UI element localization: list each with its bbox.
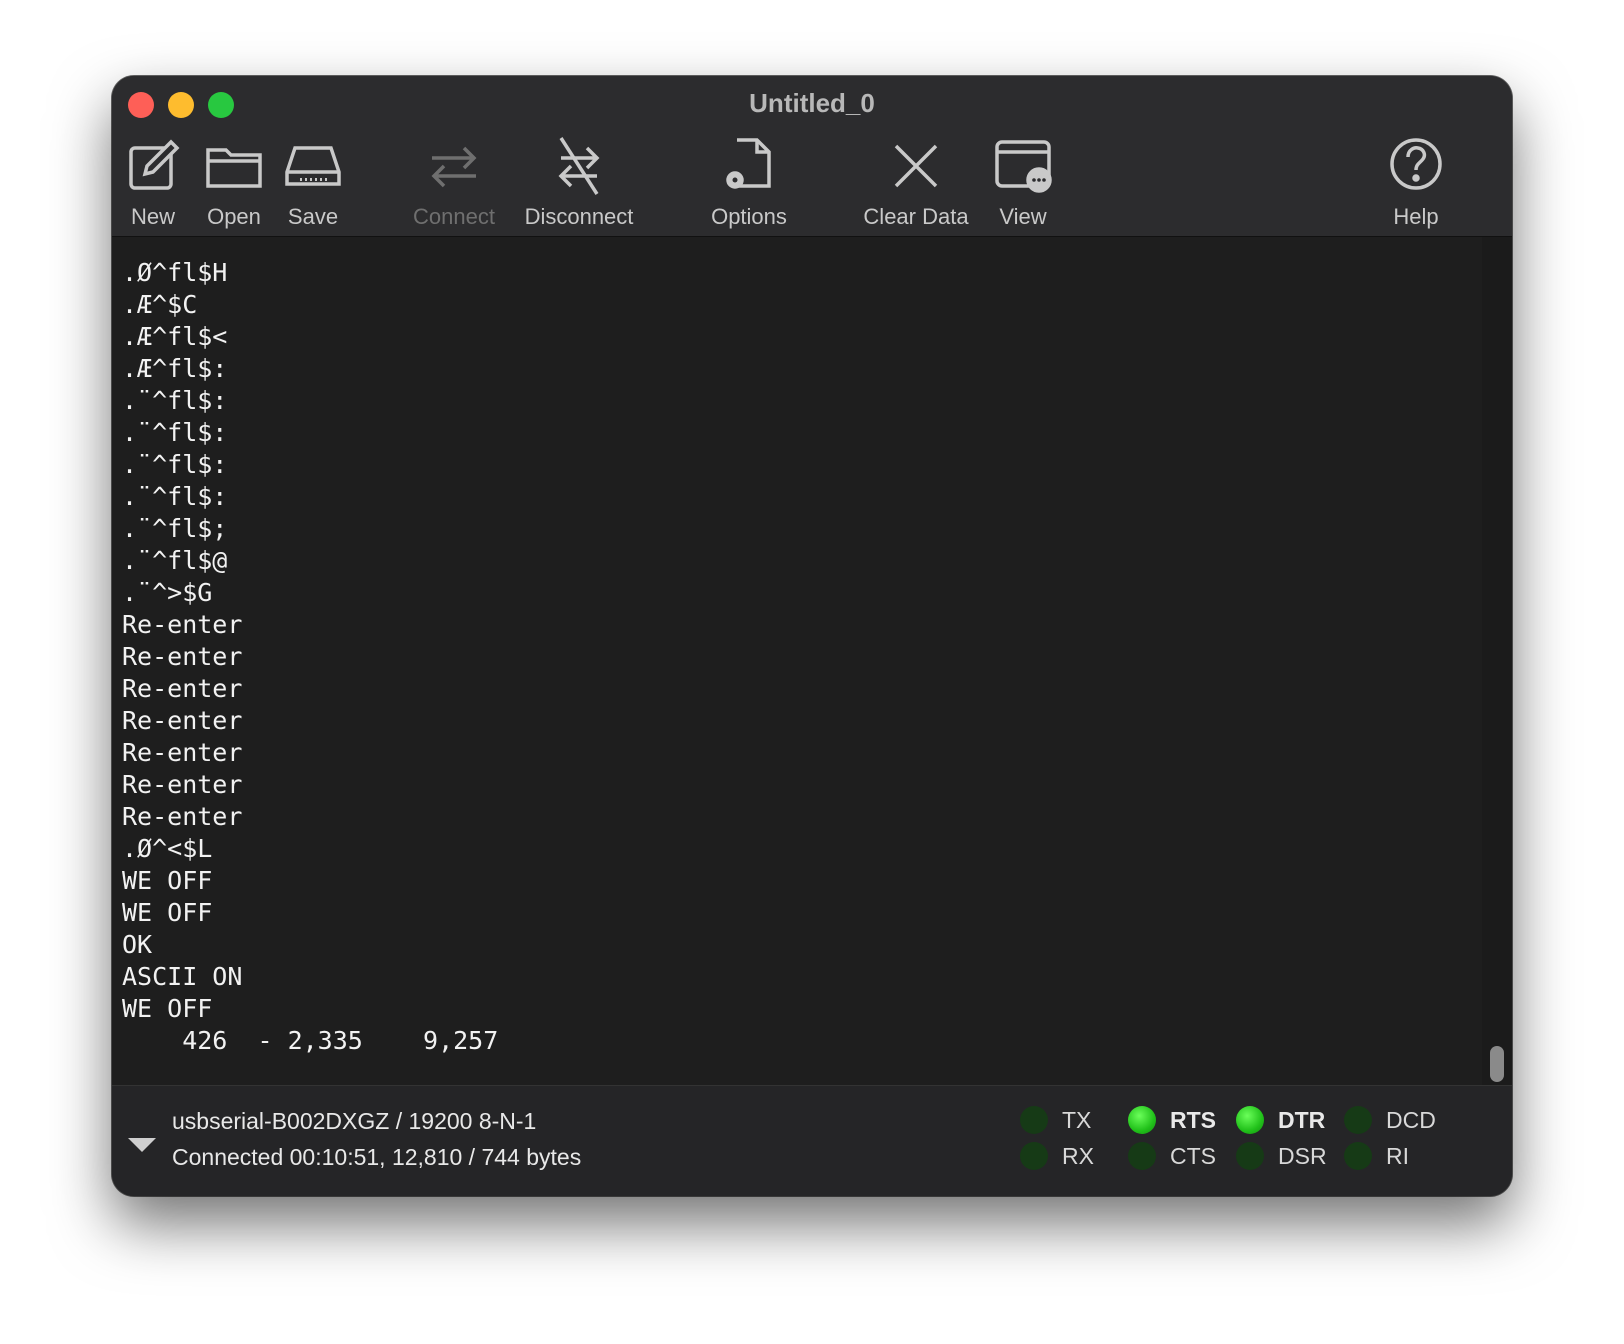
new-label: New <box>130 204 175 229</box>
compose-icon <box>129 139 180 190</box>
status-bar: usbserial-B002DXGZ / 19200 8-N-1 Connect… <box>112 1085 1512 1196</box>
app-window: Untitled_0 New Open Save Connect Disconn… <box>112 76 1512 1196</box>
ri-led-icon <box>1344 1142 1372 1170</box>
connection-status: Connected 00:10:51, 12,810 / 744 bytes <box>172 1144 582 1170</box>
document-gear-icon <box>726 138 771 189</box>
help-label: Help <box>1393 204 1439 229</box>
connect-label: Connect <box>413 204 495 229</box>
dsr-led-icon <box>1236 1142 1264 1170</box>
signal-tx: TX <box>1020 1106 1091 1134</box>
scrollbar-thumb[interactable] <box>1490 1046 1504 1082</box>
ri-label: RI <box>1386 1142 1409 1169</box>
clear-data-label: Clear Data <box>863 204 969 229</box>
x-icon <box>894 144 938 188</box>
terminal-output[interactable]: .Ø^fl$H .Æ^$C .Æ^fl$< .Æ^fl$: .¨^fl$: .¨… <box>112 237 1482 1085</box>
signal-rts: RTS <box>1128 1106 1216 1134</box>
titlebar: Untitled_0 New Open Save Connect Disconn… <box>112 76 1512 237</box>
cts-led-icon <box>1128 1142 1156 1170</box>
connect-arrows-icon <box>431 146 477 188</box>
signal-cts: CTS <box>1128 1142 1216 1170</box>
help-button[interactable]: Help <box>1378 134 1454 230</box>
rx-label: RX <box>1062 1142 1094 1169</box>
view-label: View <box>999 204 1047 229</box>
dsr-label: DSR <box>1278 1142 1327 1169</box>
dcd-led-icon <box>1344 1106 1372 1134</box>
rts-label: RTS <box>1170 1106 1216 1133</box>
clear-data-button[interactable]: Clear Data <box>857 134 975 230</box>
terminal-text: .Ø^fl$H .Æ^$C .Æ^fl$< .Æ^fl$: .¨^fl$: .¨… <box>122 258 499 1055</box>
window-view-icon <box>995 140 1052 193</box>
save-label: Save <box>287 204 339 229</box>
signal-dtr: DTR <box>1236 1106 1325 1134</box>
disconnect-icon <box>558 137 600 195</box>
dtr-led-icon <box>1236 1106 1264 1134</box>
save-button[interactable]: Save <box>280 134 346 230</box>
disconnect-label: Disconnect <box>524 204 634 229</box>
options-button[interactable]: Options <box>704 134 794 230</box>
new-button[interactable]: New <box>120 134 186 230</box>
rx-led-icon <box>1020 1142 1048 1170</box>
cts-label: CTS <box>1170 1142 1216 1169</box>
question-mark-icon <box>1390 138 1442 190</box>
signal-dsr: DSR <box>1236 1142 1327 1170</box>
options-label: Options <box>711 204 787 229</box>
signal-ri: RI <box>1344 1142 1409 1170</box>
dcd-label: DCD <box>1386 1106 1436 1133</box>
connect-button[interactable]: Connect <box>408 134 500 230</box>
disconnect-button[interactable]: Disconnect <box>520 134 638 230</box>
open-button[interactable]: Open <box>198 134 270 230</box>
open-label: Open <box>207 204 261 229</box>
folder-icon <box>206 148 262 188</box>
vertical-scrollbar[interactable] <box>1482 237 1512 1085</box>
signal-rx: RX <box>1020 1142 1094 1170</box>
tx-led-icon <box>1020 1106 1048 1134</box>
port-settings: usbserial-B002DXGZ / 19200 8-N-1 <box>172 1108 537 1134</box>
window-title: Untitled_0 <box>749 88 875 118</box>
dtr-label: DTR <box>1278 1106 1326 1133</box>
view-button[interactable]: View <box>990 134 1056 230</box>
rts-led-icon <box>1128 1106 1156 1134</box>
drive-icon <box>285 146 341 186</box>
signal-dcd: DCD <box>1344 1106 1436 1134</box>
tx-label: TX <box>1062 1106 1092 1133</box>
disclosure-triangle-icon[interactable] <box>128 1138 156 1152</box>
